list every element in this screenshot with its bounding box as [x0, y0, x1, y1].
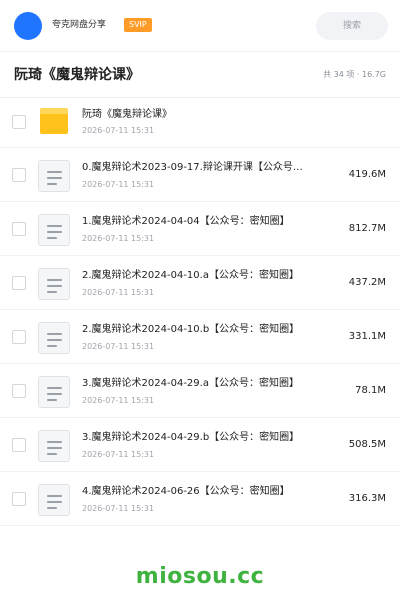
- file-date: 2026-07-11 15:31: [82, 450, 155, 459]
- folder-header: 阮琦《魔鬼辩论课》 共 34 项 · 16.7G: [0, 52, 400, 98]
- share-source-name: 夸克网盘分享: [52, 20, 107, 30]
- document-icon: [38, 214, 70, 246]
- file-size: 508.5M: [348, 439, 386, 450]
- select-checkbox[interactable]: [12, 384, 26, 398]
- file-size: 812.7M: [348, 223, 386, 234]
- file-size: 331.1M: [348, 331, 386, 342]
- document-icon: [38, 484, 70, 516]
- file-name: 1.魔鬼辩论术2024-04-04【公众号：密知圈】: [82, 216, 290, 227]
- watermark: miosou.cc: [135, 564, 265, 589]
- file-name: 2.魔鬼辩论术2024-04-10.b【公众号：密知圈】: [82, 324, 300, 335]
- avatar[interactable]: [14, 12, 42, 40]
- file-name: 0.魔鬼辩论术2023-09-17.辩论课开课【公众号：密知圈】: [82, 162, 304, 173]
- list-item[interactable]: 3.魔鬼辩论术2024-04-29.a【公众号：密知圈】 2026-07-11 …: [0, 364, 400, 418]
- document-icon: [38, 376, 70, 408]
- document-icon: [38, 430, 70, 462]
- file-size: 78.1M: [355, 385, 386, 396]
- select-checkbox[interactable]: [12, 222, 26, 236]
- file-date: 2026-07-11 15:31: [82, 504, 155, 513]
- file-size: 316.3M: [348, 493, 386, 504]
- file-list: 阮琦《魔鬼辩论课》 2026-07-11 15:31 0.魔鬼辩论术2023-0…: [0, 96, 400, 526]
- file-date: 2026-07-11 15:31: [82, 180, 155, 189]
- file-name: 3.魔鬼辩论术2024-04-29.a【公众号：密知圈】: [82, 378, 299, 389]
- search-input[interactable]: 搜索: [316, 12, 388, 40]
- file-date: 2026-07-11 15:31: [82, 396, 155, 405]
- select-checkbox[interactable]: [12, 330, 26, 344]
- select-checkbox[interactable]: [12, 492, 26, 506]
- file-size: 419.6M: [348, 169, 386, 180]
- document-icon: [38, 160, 70, 192]
- document-icon: [38, 322, 70, 354]
- list-item[interactable]: 2.魔鬼辩论术2024-04-10.a【公众号：密知圈】 2026-07-11 …: [0, 256, 400, 310]
- file-name: 3.魔鬼辩论术2024-04-29.b【公众号：密知圈】: [82, 432, 300, 443]
- svip-badge: SVIP: [124, 18, 152, 32]
- file-date: 2026-07-11 15:31: [82, 288, 155, 297]
- file-name: 4.魔鬼辩论术2024-06-26【公众号：密知圈】: [82, 486, 290, 497]
- select-checkbox[interactable]: [12, 115, 26, 129]
- list-item[interactable]: 0.魔鬼辩论术2023-09-17.辩论课开课【公众号：密知圈】 2026-07…: [0, 148, 400, 202]
- folder-summary: 共 34 项 · 16.7G: [323, 70, 386, 79]
- document-icon: [38, 268, 70, 300]
- list-item[interactable]: 4.魔鬼辩论术2024-06-26【公众号：密知圈】 2026-07-11 15…: [0, 472, 400, 526]
- list-item[interactable]: 1.魔鬼辩论术2024-04-04【公众号：密知圈】 2026-07-11 15…: [0, 202, 400, 256]
- page-title: 阮琦《魔鬼辩论课》: [14, 67, 140, 83]
- list-item[interactable]: 3.魔鬼辩论术2024-04-29.b【公众号：密知圈】 2026-07-11 …: [0, 418, 400, 472]
- select-checkbox[interactable]: [12, 168, 26, 182]
- file-name: 2.魔鬼辩论术2024-04-10.a【公众号：密知圈】: [82, 270, 299, 281]
- file-date: 2026-07-11 15:31: [82, 342, 155, 351]
- file-date: 2026-07-11 15:31: [82, 126, 155, 135]
- list-item[interactable]: 2.魔鬼辩论术2024-04-10.b【公众号：密知圈】 2026-07-11 …: [0, 310, 400, 364]
- list-item[interactable]: 阮琦《魔鬼辩论课》 2026-07-11 15:31: [0, 96, 400, 148]
- file-name: 阮琦《魔鬼辩论课》: [82, 109, 172, 120]
- select-checkbox[interactable]: [12, 438, 26, 452]
- file-size: 437.2M: [348, 277, 386, 288]
- file-date: 2026-07-11 15:31: [82, 234, 155, 243]
- select-checkbox[interactable]: [12, 276, 26, 290]
- top-bar: 夸克网盘分享 SVIP 搜索: [0, 0, 400, 52]
- folder-icon: [40, 108, 68, 134]
